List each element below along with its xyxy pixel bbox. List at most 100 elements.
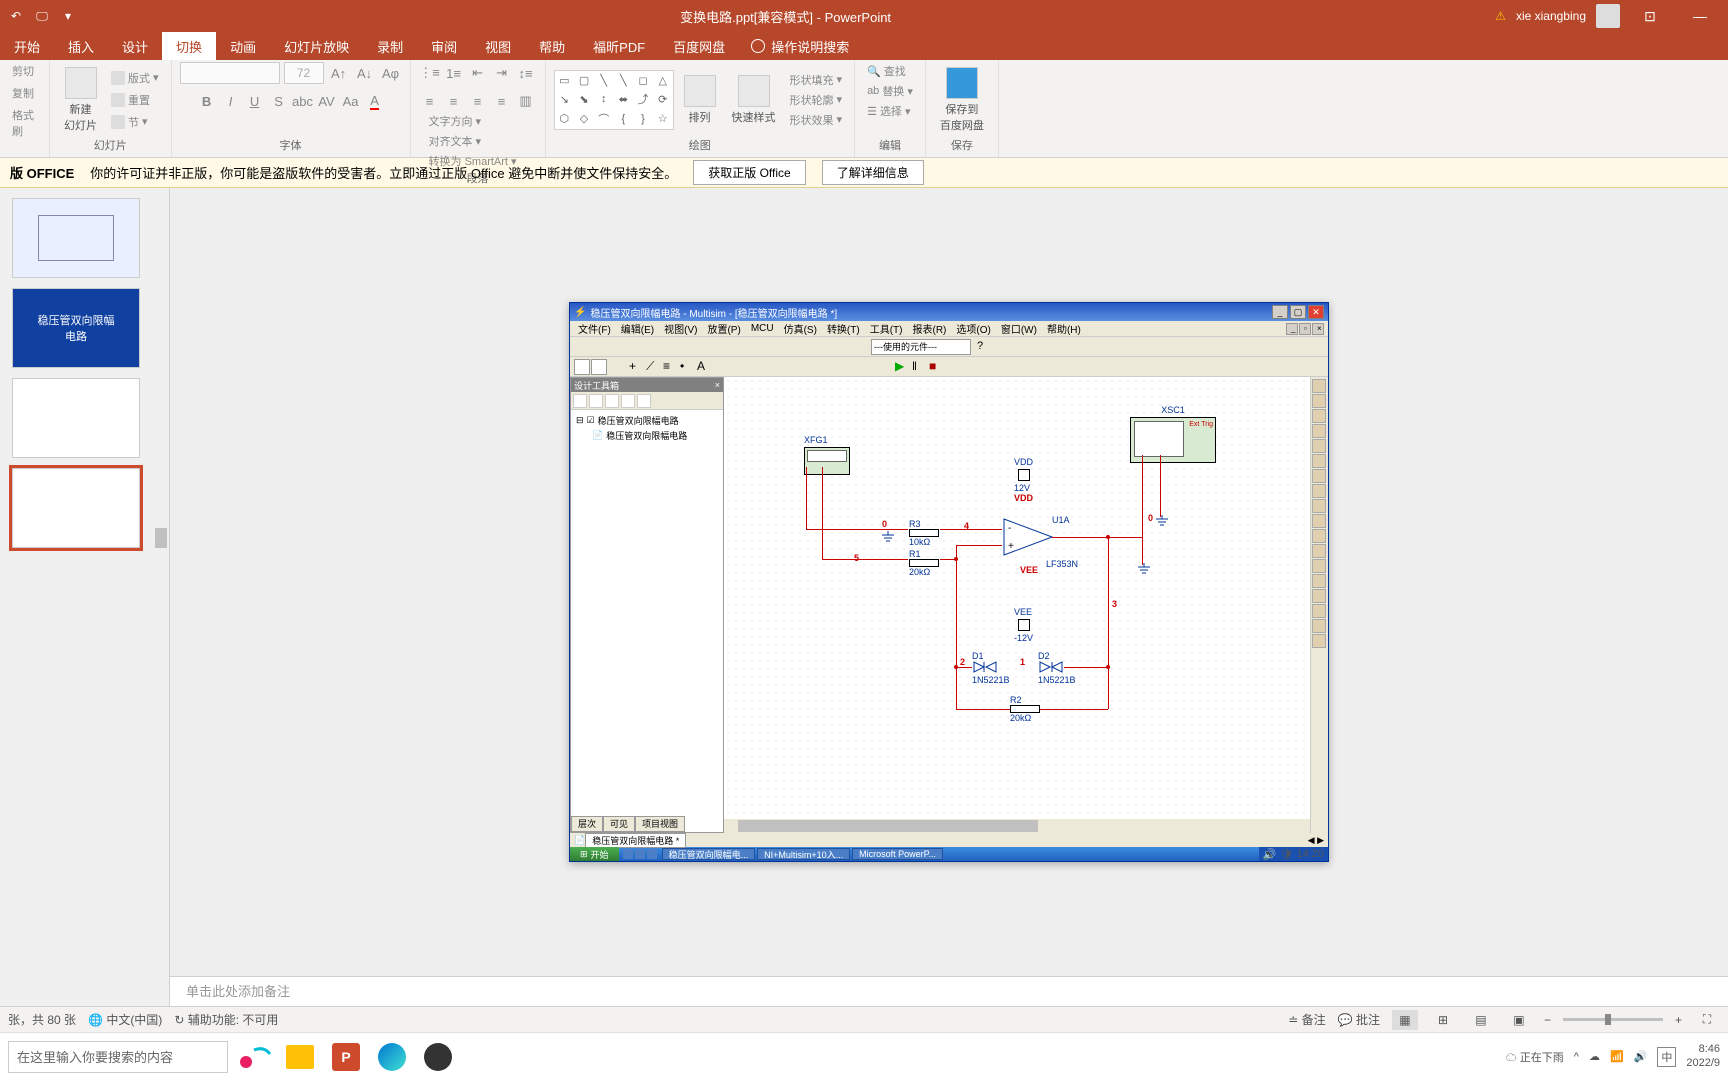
text-direction-button[interactable]: 文字方向 ▾ <box>425 112 537 130</box>
tb-cut-icon[interactable] <box>647 339 663 355</box>
repeat-icon[interactable]: 🖵 <box>34 8 50 24</box>
component-combo[interactable]: ---使用的元件--- <box>871 339 971 355</box>
bullets-button[interactable]: ⋮≡ <box>419 62 441 84</box>
new-slide-button[interactable]: 新建 幻灯片 <box>58 65 103 135</box>
taskbar-app[interactable]: NI+Multisim+10入... <box>757 848 850 860</box>
tb-component2-icon[interactable] <box>815 339 831 355</box>
learn-more-button[interactable]: 了解详细信息 <box>822 160 924 185</box>
instrument-icon[interactable] <box>1312 529 1326 543</box>
tree-tool-icon[interactable] <box>637 394 651 408</box>
tb-zoom-fit-icon[interactable] <box>776 339 792 355</box>
ribbon-options-icon[interactable]: ⊡ <box>1630 0 1670 32</box>
replace-button[interactable]: ab 替换 ▾ <box>863 82 917 100</box>
instrument-icon[interactable] <box>1312 439 1326 453</box>
language-indicator[interactable]: 🌐 中文(中国) <box>88 1011 162 1028</box>
shapes-gallery[interactable]: ▭▢╲╲◻△ ↘⬊↕⬌⤴⟳ ⬡◇⌒{}☆ <box>554 70 674 130</box>
tb-junction-icon[interactable]: • <box>680 359 696 375</box>
format-painter-button[interactable]: 格式刷 <box>8 106 41 140</box>
slideshow-view-button[interactable]: ▣ <box>1506 1010 1532 1030</box>
menu-file[interactable]: 文件(F) <box>574 321 615 336</box>
menu-place[interactable]: 放置(P) <box>703 321 744 336</box>
section-button[interactable]: 节 ▾ <box>107 113 163 131</box>
system-clock[interactable]: 8:46 2022/9 <box>1686 1043 1720 1069</box>
align-text-button[interactable]: 对齐文本 ▾ <box>425 132 537 150</box>
instrument-icon[interactable] <box>1312 619 1326 633</box>
comments-toggle[interactable]: 💬 批注 <box>1338 1011 1380 1028</box>
component-r1[interactable]: R1 20kΩ <box>909 549 939 577</box>
save-baidu-button[interactable]: 保存到 百度网盘 <box>934 65 990 135</box>
edge-taskbar-icon[interactable] <box>372 1037 412 1077</box>
component-vdd[interactable]: VDD 12V VDD <box>1014 457 1033 503</box>
instrument-icon[interactable] <box>1312 589 1326 603</box>
tree-tab-visibility[interactable]: 可见 <box>603 816 635 832</box>
toolbox-close-icon[interactable]: × <box>715 380 720 390</box>
tb-component-icon[interactable] <box>798 339 814 355</box>
tb-redo-icon[interactable] <box>720 339 736 355</box>
shape-outline-button[interactable]: 形状轮廓 ▾ <box>786 91 847 109</box>
tb-paste-icon[interactable] <box>681 339 697 355</box>
ime-indicator[interactable]: 中 <box>1657 1047 1676 1067</box>
start-button[interactable]: ⊞ 开始 <box>570 847 619 861</box>
shape-fill-button[interactable]: 形状填充 ▾ <box>786 71 847 89</box>
menu-reports[interactable]: 报表(R) <box>909 321 951 336</box>
mdi-close-button[interactable]: × <box>1312 323 1324 335</box>
shadow-button[interactable]: abc <box>292 90 314 112</box>
instrument-icon[interactable] <box>1312 499 1326 513</box>
tb-wire-icon[interactable]: ⟋ <box>646 359 662 375</box>
sorter-view-button[interactable]: ⊞ <box>1430 1010 1456 1030</box>
normal-view-button[interactable]: ▦ <box>1392 1010 1418 1030</box>
tree-tool-icon[interactable] <box>605 394 619 408</box>
tray-icon[interactable]: 🔊 <box>1263 848 1277 861</box>
tb-text-icon[interactable]: A <box>697 359 713 375</box>
component-r3[interactable]: R3 10kΩ <box>909 519 939 547</box>
increase-font-icon[interactable]: A↑ <box>328 62 350 84</box>
ms-maximize-button[interactable]: ▢ <box>1290 305 1306 319</box>
font-size-combo[interactable]: 72 <box>284 62 324 84</box>
tb-copy-icon[interactable] <box>664 339 680 355</box>
tab-animations[interactable]: 动画 <box>216 32 270 60</box>
instrument-icon[interactable] <box>1312 574 1326 588</box>
tree-tab-project[interactable]: 项目视图 <box>635 816 685 832</box>
instrument-icon[interactable] <box>1312 559 1326 573</box>
thumbnail-scrollbar[interactable] <box>153 188 169 1006</box>
component-d1[interactable]: D1 1N5221B <box>972 651 1010 685</box>
arrange-button[interactable]: 排列 <box>678 73 722 127</box>
tab-insert[interactable]: 插入 <box>54 32 108 60</box>
wifi-icon[interactable]: 📶 <box>1610 1050 1624 1063</box>
menu-transfer[interactable]: 转换(T) <box>823 321 864 336</box>
component-d2[interactable]: D2 1N5221B <box>1038 651 1076 685</box>
instrument-icon[interactable] <box>1312 604 1326 618</box>
cut-button[interactable]: 剪切 <box>8 62 38 80</box>
component-vee[interactable]: VEE -12V <box>1014 607 1033 643</box>
tree-tool-icon[interactable] <box>573 394 587 408</box>
reading-view-button[interactable]: ▤ <box>1468 1010 1494 1030</box>
instrument-icon[interactable] <box>1312 544 1326 558</box>
tree-tab-hierarchy[interactable]: 层次 <box>571 816 603 832</box>
thumbnail-slide-current[interactable] <box>12 468 140 548</box>
ms-close-button[interactable]: ✕ <box>1308 305 1324 319</box>
user-avatar[interactable] <box>1596 4 1620 28</box>
case-button[interactable]: Aa <box>340 90 362 112</box>
license-warning-icon[interactable]: ⚠ <box>1495 9 1506 23</box>
tab-baidu[interactable]: 百度网盘 <box>659 32 739 60</box>
stop-button[interactable]: ■ <box>929 359 945 375</box>
numbering-button[interactable]: 1≡ <box>443 62 465 84</box>
tb-sheet-icon[interactable] <box>574 359 590 375</box>
bold-button[interactable]: B <box>196 90 218 112</box>
zoom-slider[interactable] <box>1563 1018 1663 1021</box>
instrument-icon[interactable] <box>1312 409 1326 423</box>
thumbnail-slide-title[interactable]: 稳压管双向限幅 电路 <box>12 288 140 368</box>
mdi-minimize-button[interactable]: _ <box>1286 323 1298 335</box>
tray-chevron-icon[interactable]: ^ <box>1574 1051 1579 1063</box>
menu-edit[interactable]: 编辑(E) <box>617 321 658 336</box>
find-button[interactable]: 🔍 查找 <box>863 62 910 80</box>
tb-bus-icon[interactable]: ≡ <box>663 359 679 375</box>
quick-styles-button[interactable]: 快速样式 <box>726 73 782 127</box>
align-justify-button[interactable]: ≡ <box>491 90 513 112</box>
italic-button[interactable]: I <box>220 90 242 112</box>
tb-component3-icon[interactable] <box>832 339 848 355</box>
tb-save-icon[interactable] <box>608 339 624 355</box>
fit-to-window-button[interactable]: ⛶ <box>1694 1010 1720 1030</box>
current-slide[interactable]: ⚡ 稳压管双向限幅电路 - Multisim - [稳压管双向限幅电路 *] _… <box>569 302 1329 862</box>
tray-icon[interactable]: 🛡 <box>1280 848 1294 861</box>
